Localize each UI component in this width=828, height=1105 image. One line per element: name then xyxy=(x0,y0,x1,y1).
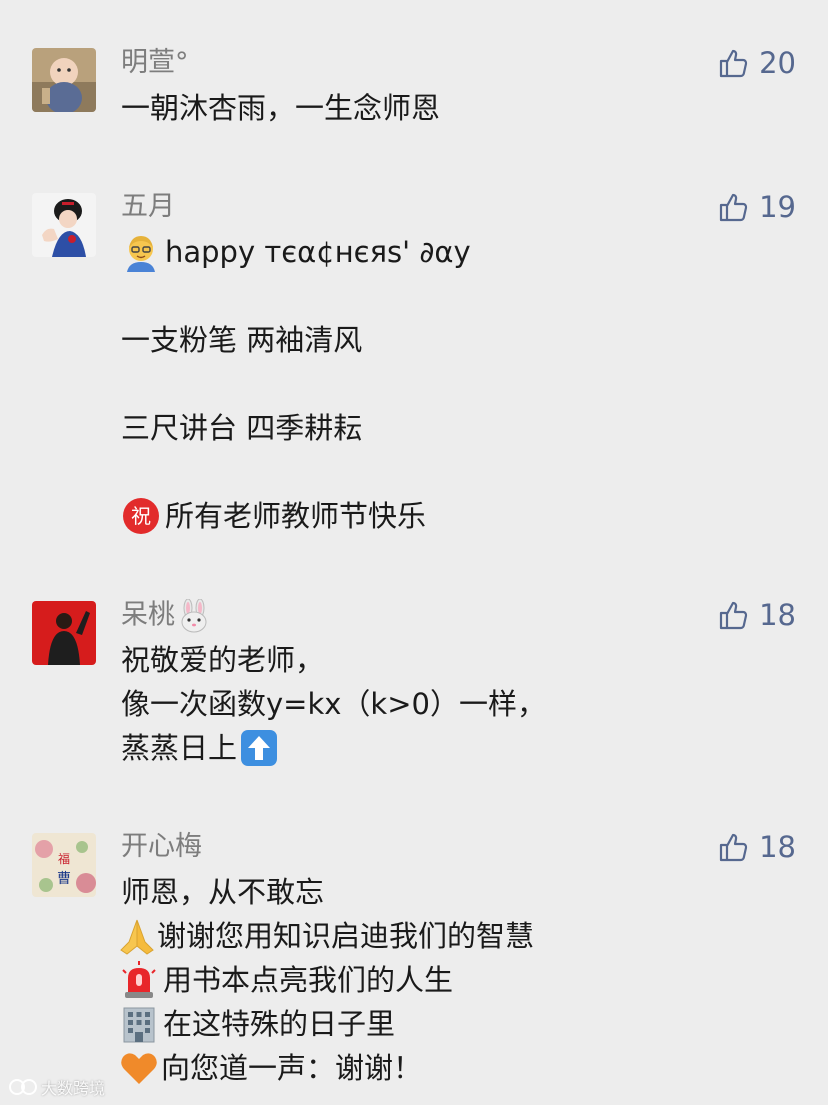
like-button[interactable]: 18 xyxy=(717,829,796,865)
like-count: 20 xyxy=(759,46,796,80)
username[interactable]: 呆桃 xyxy=(121,598,211,633)
text-line: 在这特殊的日子里 xyxy=(121,1002,534,1046)
username[interactable]: 五月 xyxy=(121,191,175,223)
comment-text: 一朝沐杏雨，一生念师恩 xyxy=(121,86,440,130)
folded-hands-emoji xyxy=(120,919,154,955)
watermark-logo-icon xyxy=(9,1079,37,1095)
text-line: 向您道一声：谢谢！ xyxy=(121,1046,534,1090)
text-line: 一朝沐杏雨，一生念师恩 xyxy=(121,91,441,125)
svg-text:祝: 祝 xyxy=(131,504,151,528)
siren-light-emoji xyxy=(122,961,156,998)
text-line: happy тєα¢нєяѕ' ∂αy xyxy=(121,230,471,274)
office-building-emoji xyxy=(123,1007,155,1043)
like-count: 19 xyxy=(759,190,796,224)
congratulations-emoji: 祝 xyxy=(123,498,159,534)
comment-text: 祝敬爱的老师， 像一次函数y=kx（k>0）一样， 蒸蒸日上 xyxy=(121,638,546,770)
username[interactable]: 开心梅 xyxy=(121,831,202,863)
orange-heart-emoji xyxy=(121,1053,157,1084)
like-button[interactable]: 18 xyxy=(717,597,796,633)
teacher-emoji xyxy=(127,236,155,272)
comment-text: happy тєα¢нєяѕ' ∂αy 一支粉笔 两袖清风 三尺讲台 四季耕耘 … xyxy=(121,230,471,538)
text-line: 蒸蒸日上 xyxy=(121,726,546,770)
thumbs-up-icon xyxy=(719,49,748,78)
text-line: 祝 所有老师教师节快乐 xyxy=(121,494,471,538)
avatar[interactable] xyxy=(32,193,96,257)
avatar[interactable] xyxy=(32,48,96,112)
rabbit-face-emoji xyxy=(181,598,207,633)
text-line: 祝敬爱的老师， xyxy=(121,643,325,677)
like-button[interactable]: 19 xyxy=(717,189,796,225)
text-line: 三尺讲台 四季耕耘 xyxy=(121,411,363,445)
comment-text: 师恩，从不敢忘 谢谢您用知识启迪我们的智慧 用书本点亮我们的人生 在这特殊的日子… xyxy=(120,870,534,1090)
svg-text:福: 福 xyxy=(58,851,70,866)
like-count: 18 xyxy=(759,830,796,864)
thumbs-up-icon xyxy=(719,193,748,222)
like-count: 18 xyxy=(759,598,796,632)
text-line: 谢谢您用知识启迪我们的智慧 xyxy=(120,914,534,958)
thumbs-up-icon xyxy=(719,601,748,630)
like-button[interactable]: 20 xyxy=(717,45,796,81)
up-arrow-emoji xyxy=(241,730,278,766)
username[interactable]: 明萱° xyxy=(121,47,189,79)
text-line: 一支粉笔 两袖清风 xyxy=(121,323,363,357)
text-line: 用书本点亮我们的人生 xyxy=(121,958,534,1002)
avatar[interactable]: 福 曹 xyxy=(32,833,96,897)
svg-text:曹: 曹 xyxy=(57,871,71,887)
avatar[interactable] xyxy=(32,601,96,665)
text-line: 师恩，从不敢忘 xyxy=(121,875,325,909)
thumbs-up-icon xyxy=(719,833,748,862)
text-line: 像一次函数y=kx（k>0）一样， xyxy=(121,687,546,721)
watermark: 大数跨境 xyxy=(8,1075,105,1099)
